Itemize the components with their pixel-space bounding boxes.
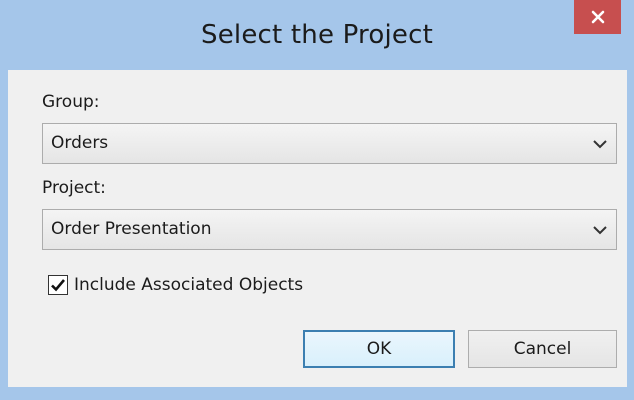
cancel-button[interactable]: Cancel — [468, 330, 617, 368]
chevron-down-icon — [592, 136, 608, 150]
group-select[interactable]: Orders — [42, 123, 617, 164]
project-select[interactable]: Order Presentation — [42, 209, 617, 250]
include-associated-label: Include Associated Objects — [74, 275, 304, 295]
checkmark-icon — [51, 279, 65, 292]
include-associated-checkbox[interactable] — [48, 275, 68, 295]
group-select-value: Orders — [51, 133, 109, 153]
dialog-window: Select the Project Group: Orders Project… — [0, 0, 634, 400]
close-icon — [574, 0, 621, 34]
group-label: Group: — [42, 92, 100, 112]
project-select-value: Order Presentation — [51, 219, 212, 239]
close-button[interactable] — [574, 0, 621, 34]
chevron-down-icon — [592, 222, 608, 236]
project-label: Project: — [42, 178, 106, 198]
ok-button[interactable]: OK — [303, 330, 455, 368]
title-bar[interactable]: Select the Project — [0, 0, 634, 70]
dialog-content: Group: Orders Project: Order Presentatio… — [8, 70, 627, 387]
dialog-title: Select the Project — [201, 20, 433, 50]
